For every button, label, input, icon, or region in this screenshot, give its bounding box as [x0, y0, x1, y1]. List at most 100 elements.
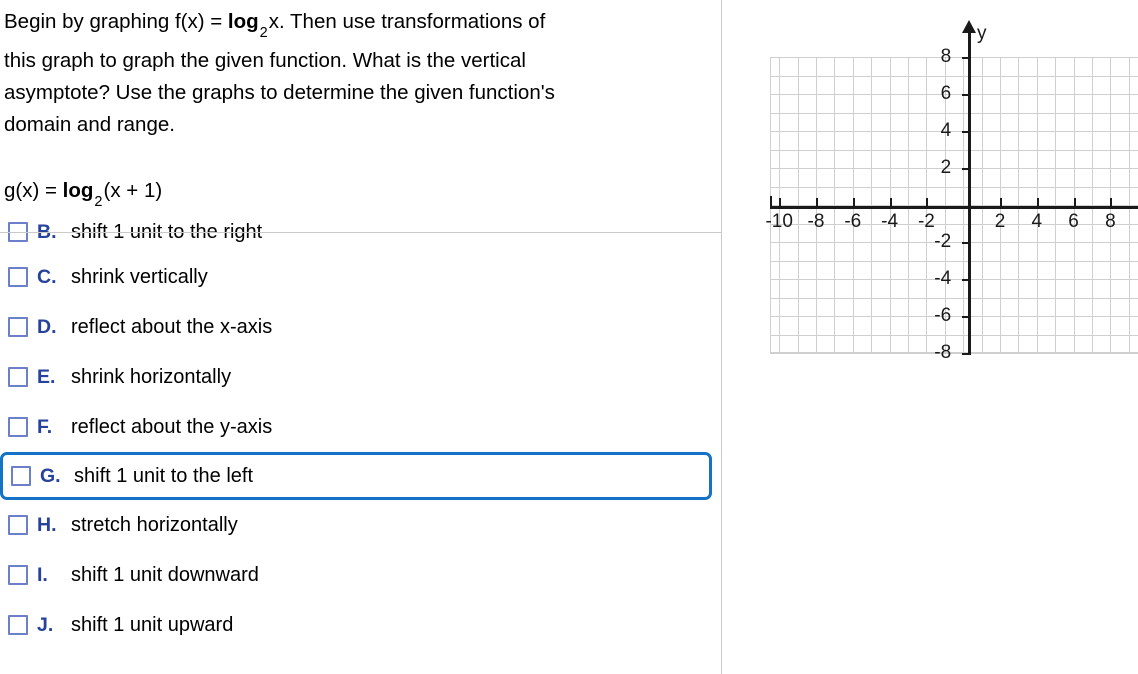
option-letter-h: H. [37, 513, 57, 536]
gridline-horizontal [770, 131, 1138, 132]
x-axis-endcap [770, 196, 772, 208]
given-function-base: 2 [94, 194, 103, 211]
checkbox-j[interactable] [8, 615, 28, 635]
y-axis-arrow-icon [962, 20, 976, 33]
checkbox-d[interactable] [8, 317, 28, 337]
option-label-i: shift 1 unit downward [71, 563, 259, 586]
graph-panel[interactable]: y -10 -8 -6 -4 -2 2 4 6 8 8 6 4 2 -2 -4 -6 -8 [722, 0, 1138, 674]
question-line-4: domain and range. [4, 113, 175, 137]
x-tick-label: 8 [1105, 211, 1116, 232]
x-axis-tick [1110, 198, 1113, 207]
gridline-horizontal [770, 260, 1138, 262]
question-line-3: asymptote? Use the graphs to determine t… [4, 81, 555, 105]
y-tick-label: 4 [940, 120, 952, 141]
x-tick-label: -10 [765, 211, 793, 232]
y-tick-label: -6 [934, 305, 952, 326]
x-tick-label: 4 [1031, 211, 1043, 232]
x-axis-tick [1000, 198, 1002, 207]
y-axis-tick [962, 279, 971, 281]
option-letter-d: D. [37, 315, 57, 338]
x-axis-tick [852, 198, 855, 207]
gridline-horizontal [770, 297, 1138, 299]
option-row-j[interactable]: J. shift 1 unit upward [0, 600, 722, 650]
option-row-c[interactable]: C. shrink vertically [0, 252, 722, 302]
gridline-horizontal [770, 186, 1138, 188]
given-function-prefix: g(x) = [4, 179, 63, 202]
question-text: Begin by graphing f(x) = log2x. Then use… [4, 6, 714, 141]
y-axis-tick [962, 131, 971, 133]
grid [770, 57, 1138, 354]
grid-border [770, 57, 1138, 58]
option-row-g[interactable]: G. shift 1 unit to the left [0, 452, 712, 500]
given-function: g(x) = log2(x + 1) [4, 179, 163, 210]
option-row-f[interactable]: F. reflect about the y-axis [0, 402, 722, 452]
gridline-horizontal [770, 223, 1138, 225]
option-letter-j: J. [37, 613, 54, 636]
checkbox-e[interactable] [8, 367, 28, 387]
gridline-horizontal [770, 149, 1138, 151]
gridline-horizontal [770, 112, 1138, 114]
x-axis-tick [1073, 198, 1076, 207]
option-label-h: stretch horizontally [71, 513, 238, 536]
y-axis-tick [962, 316, 971, 318]
x-axis-tick [779, 198, 782, 207]
x-tick-label: 6 [1068, 211, 1079, 232]
gridline-horizontal [770, 279, 1138, 280]
x-axis-tick [926, 198, 929, 207]
checkbox-c[interactable] [8, 267, 28, 287]
y-axis-tick [962, 353, 971, 355]
question-line-2: this graph to graph the given function. … [4, 49, 526, 73]
option-row-d[interactable]: D. reflect about the x-axis [0, 302, 722, 352]
screen: Begin by graphing f(x) = log2x. Then use… [0, 0, 1138, 674]
log-base: 2 [259, 25, 268, 42]
option-row-clipped[interactable]: B. shift 1 unit to the right [0, 218, 722, 251]
option-letter-e: E. [37, 365, 56, 388]
x-axis-tick [889, 198, 892, 207]
x-tick-label: 2 [994, 211, 1006, 232]
coordinate-plane[interactable]: y -10 -8 -6 -4 -2 2 4 6 8 8 6 4 2 -2 -4 -6 -8 [765, 20, 1138, 363]
option-label-g: shift 1 unit to the left [74, 464, 253, 487]
y-tick-label: 2 [940, 157, 952, 178]
gridline-horizontal [770, 168, 1138, 169]
x-axis-tick [1036, 198, 1039, 207]
option-row-h[interactable]: H. stretch horizontally [0, 500, 722, 550]
x-tick-label: -8 [807, 211, 825, 232]
gridline-horizontal [770, 334, 1138, 336]
checkbox-g[interactable] [11, 466, 31, 486]
section-divider [0, 232, 722, 233]
question-line-1-part-b: x. Then use transformations of [268, 10, 546, 33]
option-letter-f: F. [37, 415, 53, 438]
question-line-1-part-a: Begin by graphing f(x) = [4, 10, 228, 33]
y-axis [968, 30, 971, 353]
log-word: log [227, 10, 259, 33]
y-axis-tick [962, 57, 971, 59]
option-label-c: shrink vertically [71, 265, 208, 288]
gridline-horizontal [770, 94, 1138, 95]
x-axis [770, 206, 1138, 209]
option-letter-c: C. [37, 265, 57, 288]
grid-border [770, 352, 1138, 353]
x-tick-label: -2 [917, 211, 935, 232]
option-label-j: shift 1 unit upward [71, 613, 234, 636]
y-axis-label: y [977, 23, 987, 44]
option-label-e: shrink horizontally [71, 365, 232, 388]
given-function-suffix: (x + 1) [103, 179, 163, 202]
option-letter-i: I. [37, 563, 48, 586]
option-row-i[interactable]: I. shift 1 unit downward [0, 550, 722, 600]
option-row-e[interactable]: E. shrink horizontally [0, 352, 722, 402]
gridline-horizontal [770, 316, 1138, 317]
checkbox-i[interactable] [8, 565, 28, 585]
x-tick-label: -6 [844, 211, 862, 232]
question-line-1: Begin by graphing f(x) = log2x. Then use… [4, 6, 714, 45]
gridline-horizontal [770, 242, 1138, 243]
options-list: C. shrink vertically D. reflect about th… [0, 252, 722, 650]
option-label-d: reflect about the x-axis [71, 315, 273, 338]
checkbox-h[interactable] [8, 515, 28, 535]
given-function-log: log [62, 179, 94, 202]
question-panel: Begin by graphing f(x) = log2x. Then use… [0, 0, 722, 674]
y-tick-label: -8 [934, 342, 952, 363]
y-tick-label: -4 [934, 268, 952, 289]
y-tick-label: 6 [940, 83, 952, 104]
checkbox-f[interactable] [8, 417, 28, 437]
y-tick-label: -2 [934, 231, 952, 252]
